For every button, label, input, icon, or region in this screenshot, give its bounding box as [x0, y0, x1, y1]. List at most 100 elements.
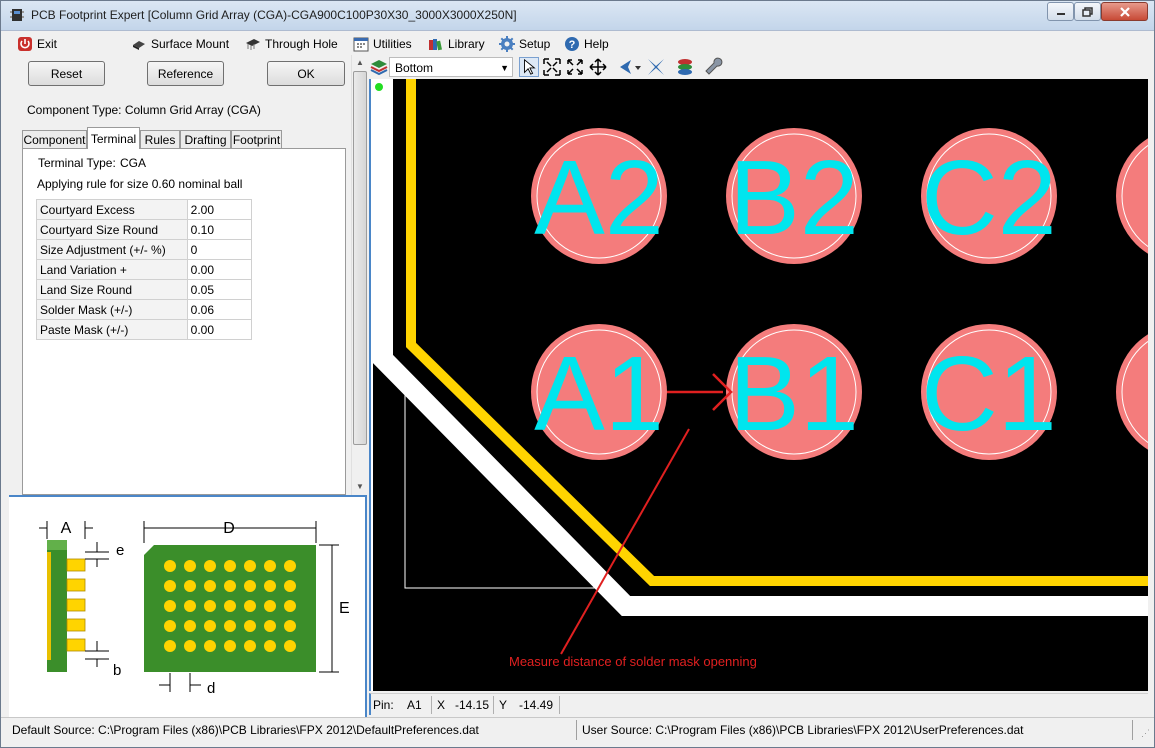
rule-label: Size Adjustment (+/- %) — [36, 239, 188, 260]
rule-value-field[interactable]: 0.00 — [186, 259, 253, 280]
pin-value: A1 — [407, 698, 422, 712]
menu-exit[interactable]: Exit — [17, 35, 57, 53]
coordinate-bar: Pin: A1 X -14.15 Y -14.49 — [369, 693, 1148, 715]
ball — [184, 620, 196, 632]
rule-value-field[interactable]: 0 — [186, 239, 253, 260]
rule-label: Courtyard Size Round — [36, 219, 188, 240]
ball — [164, 560, 176, 572]
reset-button[interactable]: Reset — [28, 61, 105, 86]
layer-select[interactable]: Bottom ▼ — [389, 57, 513, 77]
menu-library-label: Library — [448, 37, 485, 51]
menu-setup-label: Setup — [519, 37, 551, 51]
zoom-extents-icon[interactable] — [565, 57, 585, 77]
close-button[interactable] — [1101, 2, 1148, 21]
rule-value-field[interactable]: 0.06 — [186, 299, 253, 320]
menu-surface-mount-label: Surface Mount — [151, 37, 230, 51]
smd-chip-icon — [133, 41, 145, 50]
dimension-b-label: b — [113, 662, 121, 679]
wrench-icon[interactable] — [705, 57, 725, 77]
table-row: Courtyard Size Round 0.10 — [36, 219, 253, 240]
tab-drafting[interactable]: Drafting — [180, 130, 231, 149]
rule-value-field[interactable]: 2.00 — [186, 199, 253, 220]
calendar-grid-icon — [353, 37, 369, 52]
side-view-columns — [66, 558, 86, 652]
dimension-e-small-label: e — [116, 542, 124, 559]
menu-library[interactable]: Library — [428, 35, 485, 53]
menu-setup[interactable]: Setup — [499, 35, 550, 53]
pcb-view[interactable]: A2 B2 C2 D A1 B1 C1 D Measure distance of solde… — [371, 79, 1148, 691]
tab-footprint[interactable]: Footprint — [231, 130, 282, 149]
pad[interactable]: C2 — [921, 128, 1057, 264]
resize-grip-icon[interactable]: ⋰ — [1141, 728, 1150, 739]
side-view-edge — [47, 552, 51, 660]
status-bar: Default Source: C:\Program Files (x86)\P… — [1, 717, 1154, 741]
close-icon — [1119, 6, 1130, 17]
tab-terminal[interactable]: Terminal — [87, 127, 140, 149]
rule-value-field[interactable]: 0.10 — [186, 219, 253, 240]
ball — [264, 640, 276, 652]
ball — [244, 640, 256, 652]
tab-component[interactable]: Component — [22, 130, 87, 149]
menu-bar: Exit Surface Mount Through Hole Utilitie… — [1, 32, 1154, 54]
menu-through-hole[interactable]: Through Hole — [245, 35, 338, 53]
ball — [204, 600, 216, 612]
svg-text:?: ? — [569, 39, 576, 51]
ok-button[interactable]: OK — [267, 61, 345, 86]
pad-label: D — [1146, 139, 1148, 257]
panel-scrollbar[interactable]: ▲ ▼ — [351, 55, 367, 495]
ball — [264, 600, 276, 612]
y-value: -14.49 — [519, 698, 554, 712]
ball — [224, 640, 236, 652]
settings-panel: Reset Reference OK Component Type: Colum… — [9, 55, 367, 495]
rules-table: Courtyard Excess 2.00 Courtyard Size Roun… — [36, 199, 253, 340]
books-icon — [429, 39, 442, 51]
menu-help[interactable]: ? Help — [564, 35, 609, 53]
zoom-fit-icon[interactable] — [542, 57, 562, 77]
ball — [224, 620, 236, 632]
menu-surface-mount[interactable]: Surface Mount — [131, 35, 229, 53]
ball — [204, 620, 216, 632]
pad[interactable]: A2 — [531, 128, 667, 264]
pad[interactable]: C1 — [921, 324, 1057, 460]
dimension-d-small-label: d — [207, 680, 215, 697]
x-label: X — [437, 698, 446, 712]
rule-label: Solder Mask (+/-) — [36, 299, 188, 320]
scroll-thumb[interactable] — [353, 71, 367, 445]
table-row: Land Variation +0.00 — [36, 259, 253, 280]
measure-icon[interactable] — [617, 57, 643, 77]
footprint-canvas[interactable]: A2 B2 C2 D A1 B1 C1 D Measure distance of solde… — [369, 79, 1148, 691]
maximize-button[interactable] — [1074, 2, 1101, 21]
rule-value-field[interactable]: 0.05 — [186, 279, 253, 300]
pad[interactable]: B1 — [726, 324, 862, 460]
ball — [204, 560, 216, 572]
rule-label: Paste Mask (+/-) — [36, 319, 188, 340]
rule-value-field[interactable]: 0.00 — [186, 319, 253, 340]
menu-utilities[interactable]: Utilities — [353, 35, 412, 53]
ball — [184, 640, 196, 652]
select-pointer-icon[interactable] — [519, 57, 539, 77]
footprint-diagram: A e b D E d — [9, 495, 367, 717]
layer-select-value: Bottom — [395, 61, 434, 75]
minimize-button[interactable] — [1047, 2, 1074, 21]
layer-stack-icon[interactable] — [675, 57, 695, 77]
reference-button[interactable]: Reference — [147, 61, 224, 86]
pad[interactable]: A1 — [531, 324, 667, 460]
terminal-type-value: CGA — [120, 156, 147, 170]
star-snap-icon[interactable] — [646, 57, 666, 77]
pan-icon[interactable] — [588, 57, 608, 77]
pad-label: C1 — [921, 335, 1057, 453]
scroll-up-icon[interactable]: ▲ — [352, 55, 368, 71]
menu-help-label: Help — [584, 37, 609, 51]
applying-rule-text: Applying rule for size 0.60 nominal ball — [37, 177, 243, 191]
gear-icon — [499, 36, 515, 52]
menu-utilities-label: Utilities — [373, 37, 412, 51]
ball — [264, 560, 276, 572]
table-row: Land Size Round 0.05 — [36, 279, 253, 300]
tab-rules[interactable]: Rules — [140, 130, 180, 149]
component-type-label: Component Type: Column Grid Array (CGA) — [27, 103, 261, 117]
table-row: Size Adjustment (+/- %) 0 — [36, 239, 253, 260]
pad[interactable]: B2 — [726, 128, 862, 264]
scroll-down-icon[interactable]: ▼ — [352, 479, 368, 495]
ball — [164, 640, 176, 652]
layers-icon[interactable] — [369, 57, 389, 77]
